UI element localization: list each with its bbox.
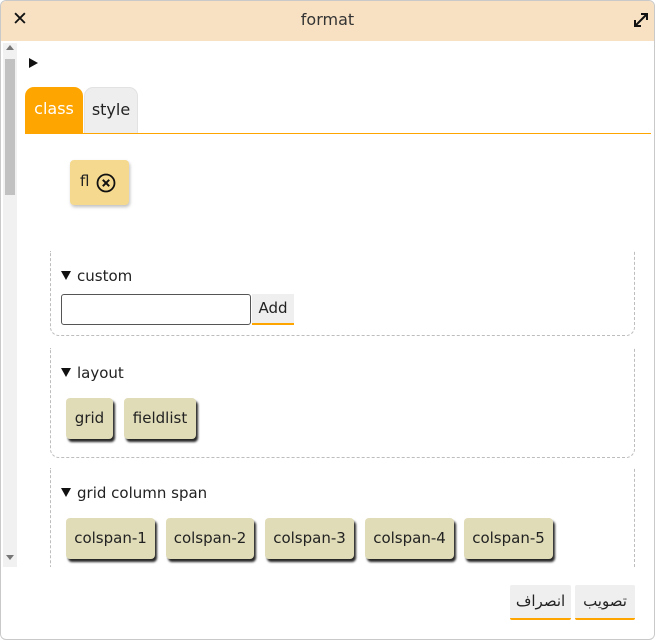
tab-style[interactable]: style xyxy=(84,87,138,134)
titlebar: ✕ format xyxy=(1,1,654,41)
expanded-triangle-icon xyxy=(61,488,71,497)
section-title: custom xyxy=(77,267,133,285)
dialog-content: class style fl custom Add layout grid fi xyxy=(18,43,654,567)
option-colspan-1[interactable]: colspan-1 xyxy=(66,518,155,559)
option-colspan-4[interactable]: colspan-4 xyxy=(365,518,454,559)
layout-section: layout grid fieldlist xyxy=(50,348,635,458)
layout-section-header[interactable]: layout xyxy=(61,364,124,382)
option-fieldlist[interactable]: fieldlist xyxy=(124,398,196,439)
expanded-triangle-icon xyxy=(61,368,71,377)
vertical-scrollbar[interactable] xyxy=(3,43,17,567)
scroll-up-arrow-icon[interactable] xyxy=(6,45,14,50)
option-grid[interactable]: grid xyxy=(66,398,113,439)
cancel-button[interactable]: انصراف xyxy=(510,585,571,620)
option-colspan-2[interactable]: colspan-2 xyxy=(166,518,254,559)
remove-circle-icon[interactable] xyxy=(96,173,116,193)
collapse-toggle-icon[interactable] xyxy=(29,58,38,68)
option-colspan-5[interactable]: colspan-5 xyxy=(464,518,553,559)
chip-label: fl xyxy=(80,172,90,190)
custom-section-header[interactable]: custom xyxy=(61,267,132,285)
grid-column-span-section-header[interactable]: grid column span xyxy=(61,484,207,502)
grid-column-span-section: grid column span colspan-1 colspan-2 col… xyxy=(50,468,635,567)
scroll-thumb[interactable] xyxy=(5,59,15,195)
scroll-down-arrow-icon[interactable] xyxy=(6,555,14,560)
custom-section: custom Add xyxy=(50,251,635,336)
custom-class-input[interactable] xyxy=(61,294,251,325)
expanded-triangle-icon xyxy=(61,271,71,280)
add-button[interactable]: Add xyxy=(252,294,294,325)
selected-class-chip: fl xyxy=(70,160,129,205)
tab-underline xyxy=(25,133,651,134)
section-title: layout xyxy=(77,364,124,382)
approve-button[interactable]: تصویب xyxy=(575,585,635,620)
dialog-title: format xyxy=(300,10,355,29)
section-title: grid column span xyxy=(77,484,208,502)
expand-icon[interactable] xyxy=(632,11,650,29)
format-dialog: ✕ format class style fl custom Add layou… xyxy=(0,0,655,640)
tab-class[interactable]: class xyxy=(25,87,83,134)
option-colspan-3[interactable]: colspan-3 xyxy=(265,518,354,559)
